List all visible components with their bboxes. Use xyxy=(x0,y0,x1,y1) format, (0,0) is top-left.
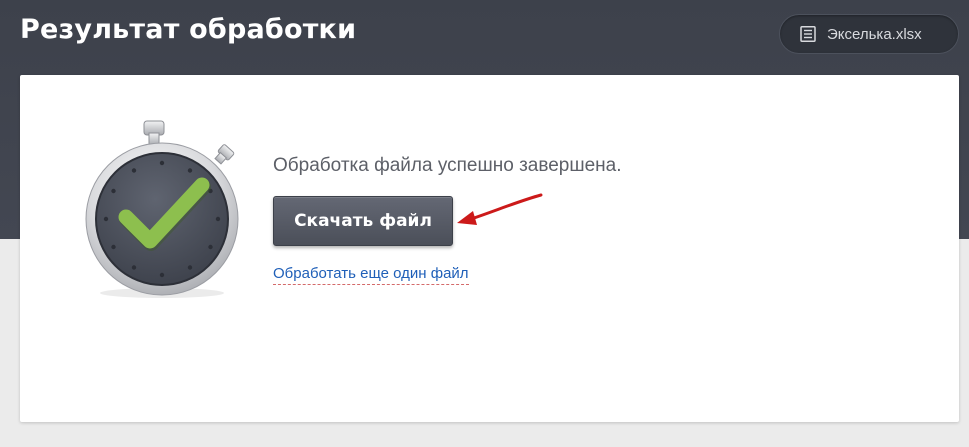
stopwatch-check-icon xyxy=(85,120,239,298)
document-icon xyxy=(800,26,816,42)
page-title: Результат обработки xyxy=(20,14,357,45)
download-file-button[interactable]: Скачать файл xyxy=(273,196,453,246)
status-message: Обработка файла успешно завершена. xyxy=(273,155,622,176)
file-name: Экселька.xlsx xyxy=(827,25,922,43)
result-card: Обработка файла успешно завершена. Скача… xyxy=(20,75,959,422)
file-badge[interactable]: Экселька.xlsx xyxy=(779,14,959,54)
red-arrow-annotation xyxy=(457,193,543,225)
process-another-file-link[interactable]: Обработать еще один файл xyxy=(273,264,469,285)
